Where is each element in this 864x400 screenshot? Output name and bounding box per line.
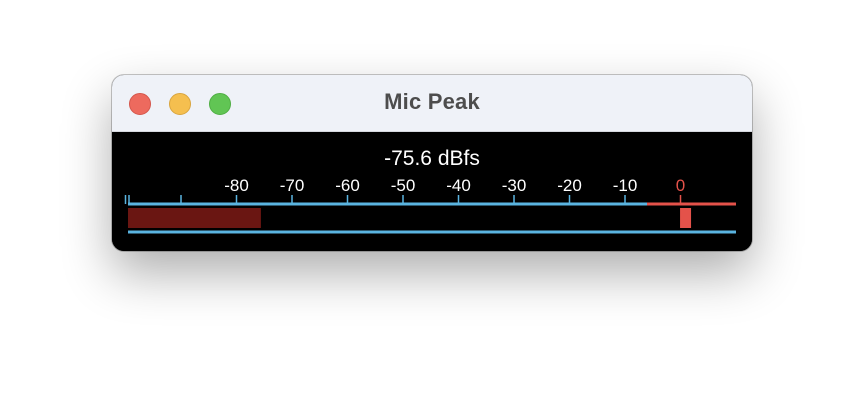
scale-label: -80	[224, 176, 249, 195]
scale-label: -40	[446, 176, 471, 195]
peak-hold-marker	[680, 208, 692, 228]
level-meter: -75.6 dBfs -80 -70 -60 -50 -40 -30 -20 -10 0	[112, 132, 752, 251]
scale-label: 0	[676, 176, 685, 195]
scale-label: -20	[557, 176, 582, 195]
title-bar[interactable]: Mic Peak	[112, 75, 752, 132]
scale-label: -50	[391, 176, 416, 195]
scale-label: -10	[613, 176, 638, 195]
scale-label: -30	[502, 176, 527, 195]
scale-label: -70	[280, 176, 305, 195]
mic-peak-window: Mic Peak -75.6 dBfs -80 -70 -60 -50 -40 -30 -2…	[112, 75, 752, 251]
level-bar	[128, 208, 261, 228]
meter-scale: -80 -70 -60 -50 -40 -30 -20 -10 0	[124, 176, 736, 234]
window-title: Mic Peak	[384, 89, 480, 114]
scale-label: -60	[335, 176, 360, 195]
